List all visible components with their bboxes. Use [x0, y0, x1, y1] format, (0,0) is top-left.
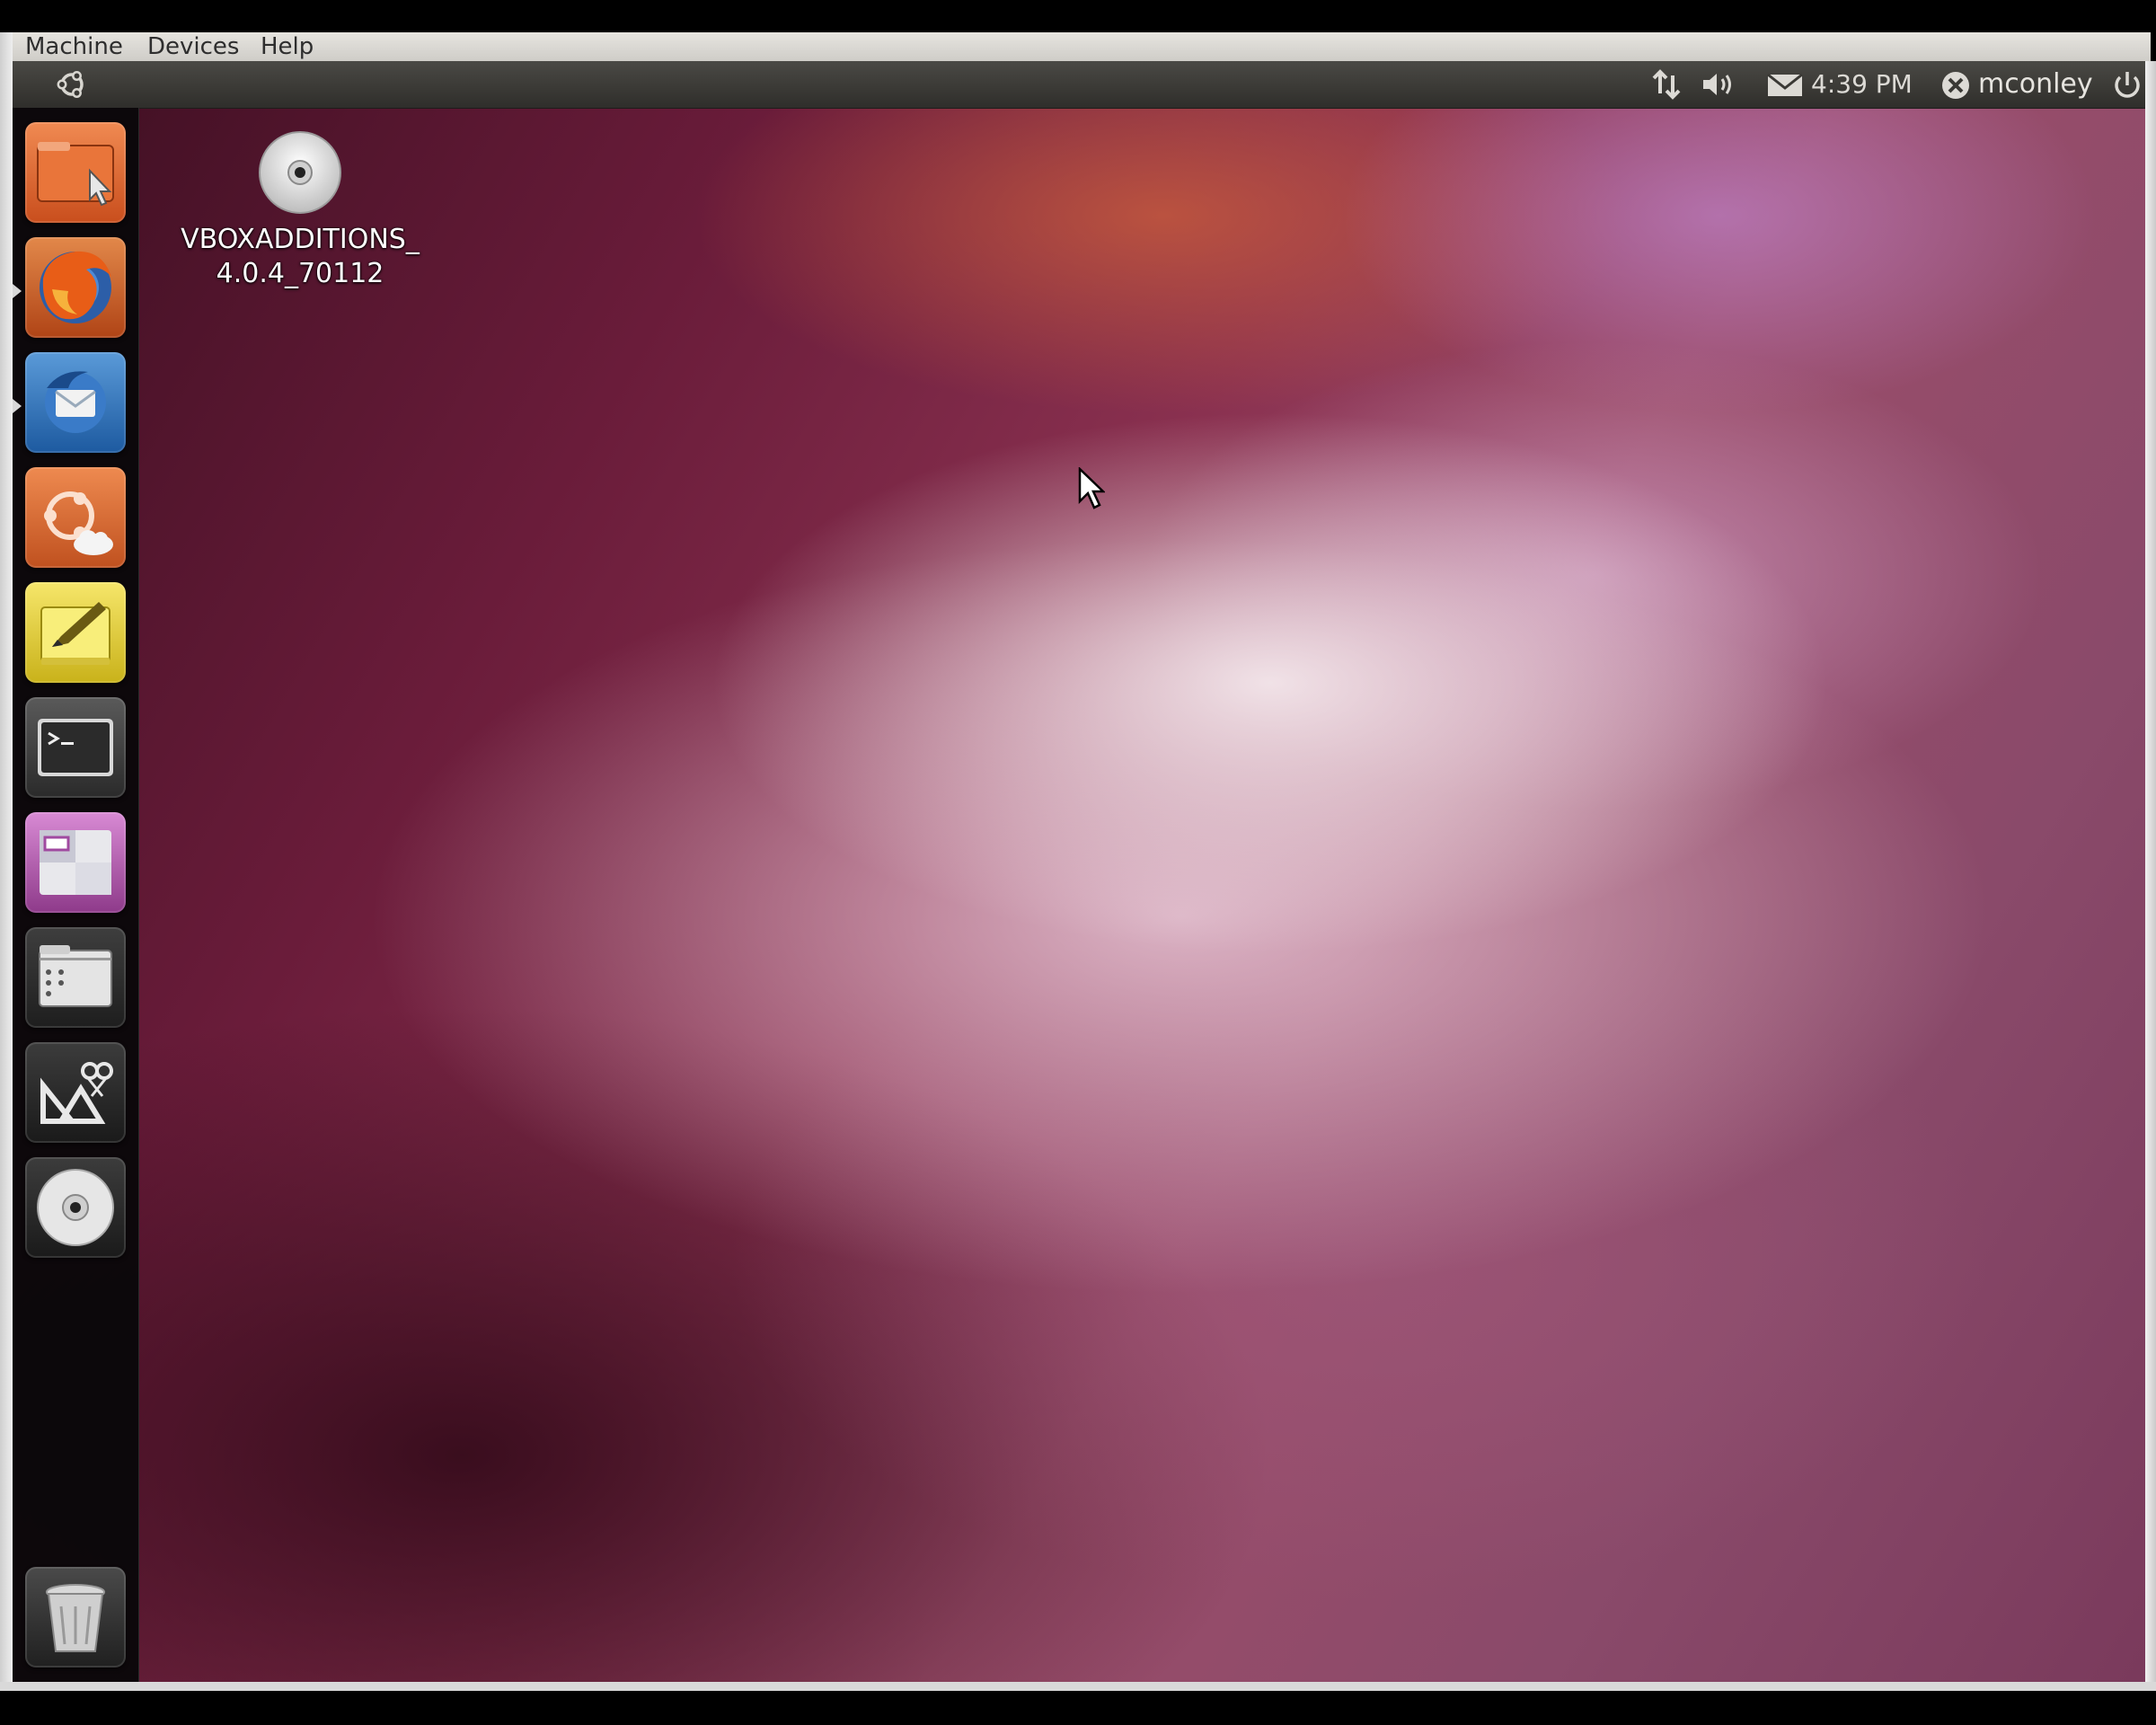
username-label[interactable]: mconley [1978, 61, 2093, 108]
launcher-files-folders[interactable] [25, 1042, 126, 1143]
launcher-trash[interactable] [25, 1567, 126, 1668]
files-folders-icon [40, 1062, 113, 1124]
top-panel: 4:39 PM mconley [13, 61, 2145, 109]
terminal-icon [38, 719, 113, 776]
launcher-workspaces[interactable] [25, 812, 126, 913]
ubuntu-logo-icon [57, 71, 84, 98]
session-menu[interactable] [2109, 61, 2145, 108]
launcher-thunderbird[interactable] [25, 352, 126, 453]
user-status-icon [1942, 72, 1969, 99]
host-menu-devices[interactable]: Devices [147, 32, 239, 61]
applications-icon [39, 945, 112, 1007]
host-window-bottom-edge [0, 1682, 2156, 1691]
thunderbird-icon [45, 371, 106, 433]
firefox-icon [40, 251, 112, 323]
host-menu-help[interactable]: Help [261, 32, 314, 61]
trash-icon [46, 1584, 105, 1652]
launcher-applications[interactable] [25, 927, 126, 1028]
mouse-pointer-icon [1078, 467, 1105, 509]
host-menubar: Machine Devices Help [13, 32, 2151, 62]
launcher-ubuntu-one[interactable] [25, 467, 126, 568]
unity-launcher [13, 108, 139, 1682]
folder-icon [37, 142, 114, 207]
power-icon [2115, 72, 2140, 98]
network-arrows-icon [1652, 69, 1681, 100]
launcher-gedit[interactable] [25, 582, 126, 683]
launcher-cd-drive[interactable] [25, 1157, 126, 1258]
guest-screen: 4:39 PM mconley VBOXADDITIONS_ 4.0.4_701… [13, 61, 2145, 1682]
envelope-icon [1767, 73, 1803, 96]
host-window-right-edge [2145, 61, 2156, 1685]
desktop-wallpaper[interactable] [13, 108, 2145, 1682]
sound-indicator[interactable] [1698, 61, 1739, 108]
network-indicator[interactable] [1648, 61, 1687, 108]
launcher-terminal[interactable] [25, 697, 126, 798]
disc-icon [259, 131, 341, 214]
desktop-icon-vboxadditions[interactable]: VBOXADDITIONS_ 4.0.4_70112 [147, 129, 453, 291]
dash-button[interactable] [54, 66, 90, 102]
clock[interactable]: 4:39 PM [1811, 61, 1913, 108]
launcher-firefox[interactable] [25, 237, 126, 338]
launcher-running-pip [13, 284, 22, 298]
desktop-icon-label: VBOXADDITIONS_ 4.0.4_70112 [147, 223, 453, 291]
host-menu-machine[interactable]: Machine [25, 32, 123, 61]
desktop-icon-label-line1: VBOXADDITIONS_ [181, 224, 420, 255]
ubuntu-one-icon [44, 491, 113, 555]
desktop-icon-label-line2: 4.0.4_70112 [216, 258, 384, 289]
text-editor-icon [40, 602, 110, 665]
host-window-left-edge [0, 32, 13, 1685]
me-menu-indicator[interactable] [1939, 61, 1975, 108]
launcher-running-pip [13, 399, 22, 413]
messaging-indicator[interactable] [1764, 61, 1806, 108]
volume-icon [1703, 74, 1731, 95]
launcher-home-folder[interactable] [25, 122, 126, 223]
workspaces-icon [40, 830, 111, 895]
disc-icon [37, 1169, 114, 1246]
